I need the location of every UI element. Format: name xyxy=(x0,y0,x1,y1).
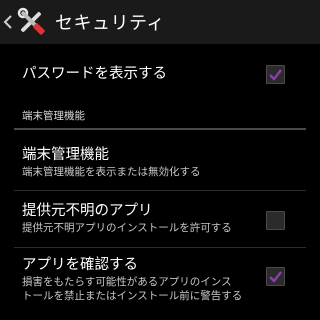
show-password-label: パスワードを表示する xyxy=(22,66,167,82)
category-header-device-admin: 端末管理機能 xyxy=(22,110,85,122)
row-divider xyxy=(14,247,306,248)
settings-tools-icon xyxy=(17,7,45,35)
verify-apps-summary-line2: トールを禁止またはインストール前に警告する xyxy=(22,290,243,302)
show-password-row[interactable]: パスワードを表示する xyxy=(0,56,320,92)
check-mark-icon xyxy=(269,271,282,283)
security-settings-screen: セキュリティ パスワードを表示する 端末管理機能 端末管理機能 端末管理機能を表… xyxy=(0,0,320,320)
device-admin-summary: 端末管理機能を表示または無効化する xyxy=(22,166,201,178)
verify-apps-checkbox[interactable] xyxy=(266,267,285,286)
check-mark-icon xyxy=(269,69,282,81)
unknown-sources-row[interactable]: 提供元不明のアプリ 提供元不明アプリのインストールを許可する xyxy=(0,196,320,240)
unknown-sources-title: 提供元不明のアプリ xyxy=(22,203,153,219)
verify-apps-title: アプリを確認する xyxy=(22,257,138,273)
row-divider xyxy=(14,190,306,191)
action-bar: セキュリティ xyxy=(0,0,320,44)
unknown-sources-summary: 提供元不明アプリのインストールを許可する xyxy=(22,222,232,234)
verify-apps-row[interactable]: アプリを確認する 損害をもたらす可能性があるアプリのインス トールを禁止またはイ… xyxy=(0,252,320,312)
show-password-checkbox[interactable] xyxy=(266,65,285,84)
category-divider xyxy=(14,128,306,130)
page-title: セキュリティ xyxy=(55,13,165,34)
device-admin-title: 端末管理機能 xyxy=(22,147,109,163)
unknown-sources-checkbox[interactable] xyxy=(266,211,285,230)
verify-apps-summary-line1: 損害をもたらす可能性があるアプリのインス xyxy=(22,276,232,288)
up-navigation-button[interactable] xyxy=(0,0,49,44)
back-chevron-icon xyxy=(3,15,12,29)
device-admin-row[interactable]: 端末管理機能 端末管理機能を表示または無効化する xyxy=(0,140,320,184)
